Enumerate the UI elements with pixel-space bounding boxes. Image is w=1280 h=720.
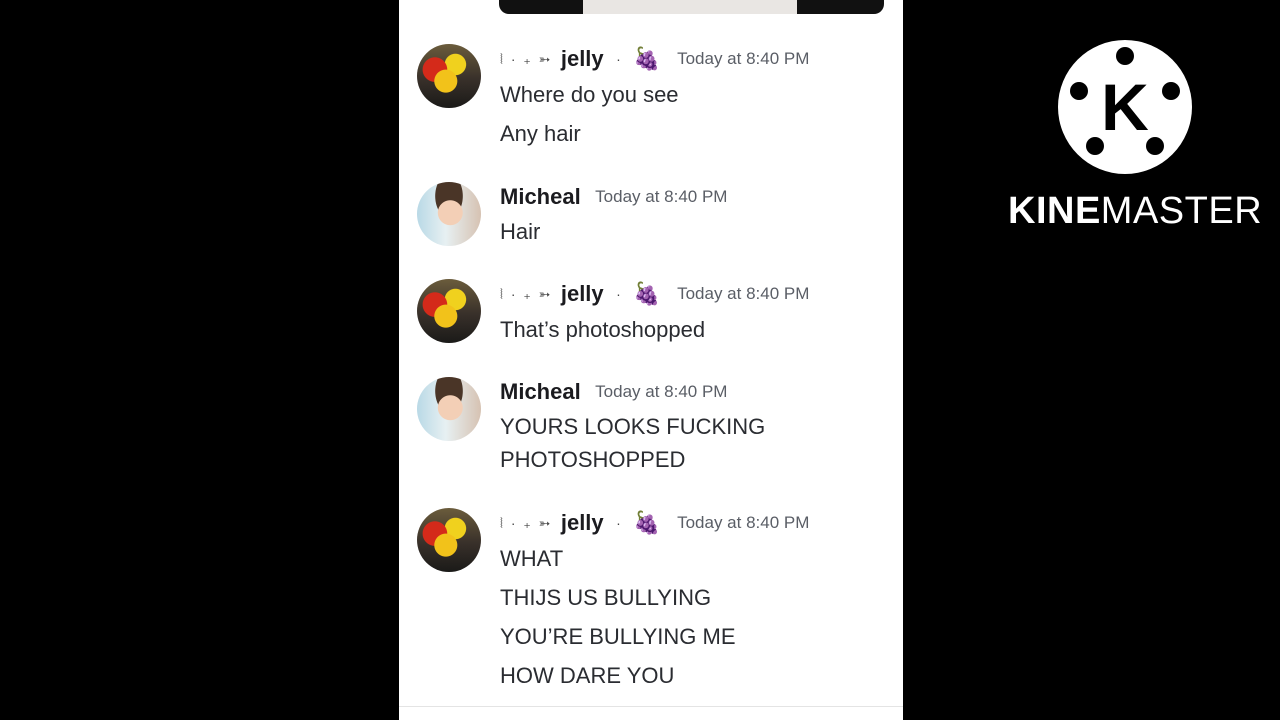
message-line: HOW DARE YOU xyxy=(500,663,675,688)
message-line: WHAT xyxy=(500,546,564,571)
message-line: THIJS US BULLYING xyxy=(500,585,712,610)
message-header: Micheal Today at 8:40 PM xyxy=(500,184,727,214)
avatar[interactable] xyxy=(417,44,481,108)
message-header: ⦚ · ₊ ➳ jelly · 🍇 Today at 8:40 PM xyxy=(500,281,809,311)
message-header: Micheal Today at 8:40 PM xyxy=(500,379,727,409)
timestamp: Today at 8:40 PM xyxy=(595,187,728,206)
username[interactable]: Micheal xyxy=(500,379,581,405)
message-header: ⦚ · ₊ ➳ jelly · 🍇 Today at 8:40 PM xyxy=(500,510,809,540)
message-line: Where do you see xyxy=(500,82,679,107)
username[interactable]: Micheal xyxy=(500,184,581,210)
username[interactable]: jelly xyxy=(561,46,604,72)
grapes-emoji-icon: 🍇 xyxy=(633,510,661,535)
username-separator: · xyxy=(616,51,621,67)
timestamp: Today at 8:40 PM xyxy=(677,49,810,68)
watermark-text-regular: MASTER xyxy=(1100,190,1263,232)
username-decoration: ⦚ · ₊ ➳ xyxy=(500,50,553,67)
image-embed[interactable] xyxy=(499,0,884,14)
message-line: YOU’RE BULLYING ME xyxy=(500,624,736,649)
timestamp: Today at 8:40 PM xyxy=(677,284,810,303)
username[interactable]: jelly xyxy=(561,510,604,536)
grapes-emoji-icon: 🍇 xyxy=(633,281,661,306)
avatar[interactable] xyxy=(417,377,481,441)
avatar[interactable] xyxy=(417,279,481,343)
username-decoration: ⦚ · ₊ ➳ xyxy=(500,285,553,302)
timestamp: Today at 8:40 PM xyxy=(677,513,810,532)
chat-screenshot: ⦚ · ₊ ➳ jelly · 🍇 Today at 8:40 PM Where… xyxy=(399,0,903,720)
kinemaster-logo-icon: K xyxy=(1058,40,1192,174)
username-separator: · xyxy=(616,286,621,302)
divider xyxy=(399,706,903,707)
watermark-text-bold: KINE xyxy=(1008,190,1101,232)
kinemaster-watermark: K KINEMASTER xyxy=(1008,40,1262,240)
username-decoration: ⦚ · ₊ ➳ xyxy=(500,514,553,531)
message-header: ⦚ · ₊ ➳ jelly · 🍇 Today at 8:40 PM xyxy=(500,46,809,76)
username[interactable]: jelly xyxy=(561,281,604,307)
grapes-emoji-icon: 🍇 xyxy=(633,46,661,71)
message-line: That’s photoshopped xyxy=(500,317,706,342)
message-line: Hair xyxy=(500,219,541,244)
logo-letter: K xyxy=(1101,70,1149,144)
avatar[interactable] xyxy=(417,508,481,572)
message-line: PHOTOSHOPPED xyxy=(500,447,686,472)
watermark-text: KINEMASTER xyxy=(1008,190,1262,233)
message-line: YOURS LOOKS FUCKING xyxy=(500,414,766,439)
message-line: Any hair xyxy=(500,121,581,146)
username-separator: · xyxy=(616,515,621,531)
avatar[interactable] xyxy=(417,182,481,246)
timestamp: Today at 8:40 PM xyxy=(595,382,728,401)
